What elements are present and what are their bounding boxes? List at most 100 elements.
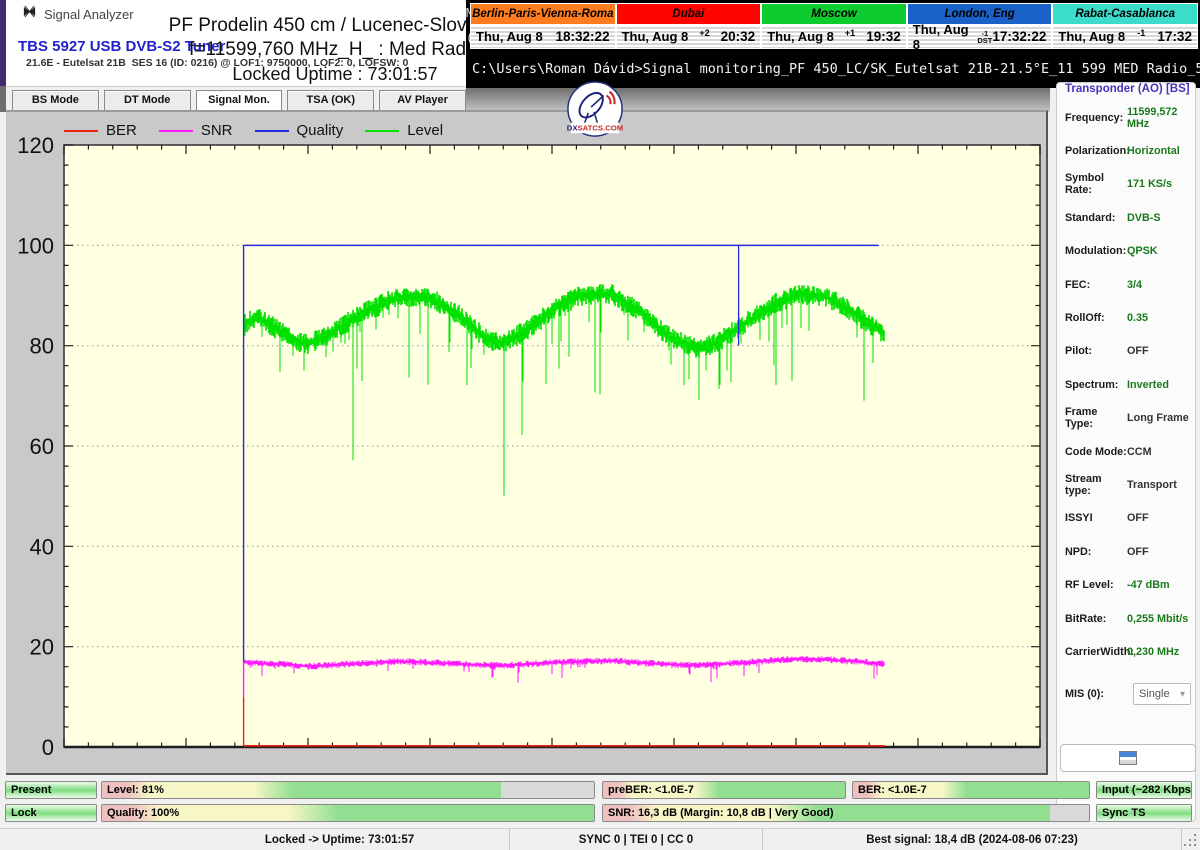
transponder-sidebar: Transponder (AO) [BS] Frequency: 11599,57… bbox=[1050, 82, 1200, 828]
y-axis-tick-label: 100 bbox=[17, 233, 54, 258]
field-label: ISSYI bbox=[1065, 512, 1093, 525]
field-label: Code Mode: bbox=[1065, 445, 1127, 458]
y-axis-tick-label: 40 bbox=[30, 534, 54, 559]
transponder-row: RF Level: -47 dBm bbox=[1065, 568, 1191, 601]
status-sync-counters: SYNC 0 | TEI 0 | CC 0 bbox=[510, 829, 763, 850]
field-label: Modulation: bbox=[1065, 245, 1127, 258]
clock-offset: -1 bbox=[1137, 27, 1146, 38]
clock-date: Thu, Aug 8 bbox=[621, 29, 689, 44]
mis-selected-value: Single bbox=[1139, 688, 1170, 700]
y-axis-tick-label: 60 bbox=[30, 434, 54, 459]
input-indicator: Input (~282 Kbps) bbox=[1096, 781, 1192, 799]
mode-tabs: BS Mode DT Mode Signal Mon. TSA (OK) AV … bbox=[6, 86, 466, 114]
field-value: Transport bbox=[1127, 478, 1177, 491]
ber-bar: BER: <1.0E-7 bbox=[852, 781, 1090, 799]
field-label: CarrierWidth: bbox=[1065, 645, 1134, 658]
transponder-row: Standard: DVB-S bbox=[1065, 201, 1191, 234]
app-bowtie-icon bbox=[22, 4, 37, 24]
tab-tsa[interactable]: TSA (OK) bbox=[287, 90, 375, 112]
field-value: 3/4 bbox=[1127, 278, 1143, 291]
clock-date: Thu, Aug 8 bbox=[1058, 29, 1126, 44]
clock-london: London, Eng Thu, Aug 8 -1 DST 17:32:22 bbox=[906, 3, 1053, 56]
transponder-row: BitRate: 0,255 Mbit/s bbox=[1065, 602, 1191, 635]
field-label: RollOff: bbox=[1065, 312, 1105, 325]
field-label: RF Level: bbox=[1065, 579, 1114, 592]
field-value: Horizontal bbox=[1127, 145, 1180, 158]
field-value: Long Frame bbox=[1127, 412, 1189, 425]
field-label: Spectrum: bbox=[1065, 378, 1119, 391]
field-label: Polarization: bbox=[1065, 145, 1130, 158]
transponder-groupbox: Transponder (AO) [BS] Frequency: 11599,57… bbox=[1056, 82, 1196, 822]
signal-chart: 0 20 40 60 80 100 120 bbox=[17, 133, 1041, 760]
export-button[interactable] bbox=[1060, 744, 1196, 772]
field-value: QPSK bbox=[1127, 245, 1158, 258]
field-label: Frame Type: bbox=[1065, 406, 1098, 431]
field-value: DVB-S bbox=[1127, 211, 1161, 224]
clock-time: 19:32 bbox=[866, 29, 901, 44]
level-bar: Level: 81% bbox=[101, 781, 595, 799]
transponder-row: Stream type: Transport bbox=[1065, 468, 1191, 501]
terminal-prompt[interactable]: C:\Users\Roman Dávid>Signal monitoring_P… bbox=[472, 61, 1200, 77]
export-table-icon bbox=[1119, 751, 1137, 765]
mis-label: MIS (0): bbox=[1065, 688, 1104, 700]
mis-select[interactable]: Single ▾ bbox=[1133, 683, 1191, 705]
clock-dubai: Dubai Thu, Aug 8 +2 20:32 bbox=[615, 3, 762, 56]
field-value: 0,255 Mbit/s bbox=[1127, 612, 1189, 625]
tab-av-player[interactable]: AV Player bbox=[379, 90, 466, 112]
field-value: CCM bbox=[1127, 445, 1152, 458]
field-label: NPD: bbox=[1065, 545, 1092, 558]
field-value: OFF bbox=[1127, 512, 1149, 525]
transponder-row: Symbol Rate: 171 KS/s bbox=[1065, 168, 1191, 201]
quality-bar: Quality: 100% bbox=[101, 804, 595, 822]
chevron-down-icon: ▾ bbox=[1179, 688, 1185, 700]
tab-bs-mode[interactable]: BS Mode bbox=[12, 90, 99, 112]
y-axis-tick-label: 120 bbox=[17, 133, 54, 158]
field-label: Frequency: bbox=[1065, 111, 1124, 124]
clock-berlin: Berlin-Paris-Vienna-Roma Thu, Aug 8 18:3… bbox=[470, 3, 616, 56]
field-value: -47 dBm bbox=[1127, 579, 1170, 592]
mis-row: MIS (0): Single ▾ bbox=[1065, 683, 1191, 705]
field-label: BitRate: bbox=[1065, 612, 1107, 625]
clock-city-label: Rabat-Casablanca bbox=[1052, 3, 1198, 25]
transponder-rows: Frequency: 11599,572 MHz Polarization: Hori… bbox=[1065, 101, 1191, 669]
world-clocks: Berlin-Paris-Vienna-Roma Thu, Aug 8 18:3… bbox=[470, 3, 1198, 56]
window-shadow bbox=[466, 88, 1050, 112]
clock-time: 20:32 bbox=[720, 29, 756, 44]
tab-dt-mode[interactable]: DT Mode bbox=[103, 90, 191, 112]
transponder-row: ISSYI OFF bbox=[1065, 502, 1191, 535]
present-indicator: Present bbox=[5, 781, 97, 799]
dxsatcs-logo: DXSATCS.COM bbox=[566, 80, 624, 140]
transponder-row: Modulation: QPSK bbox=[1065, 235, 1191, 268]
field-label: Symbol Rate: bbox=[1065, 172, 1104, 197]
clock-offset-dst: -1 DST bbox=[977, 28, 993, 45]
clock-time: 18:32:22 bbox=[555, 29, 610, 44]
transponder-row: RollOff: 0.35 bbox=[1065, 301, 1191, 334]
transponder-row: Frame Type: Long Frame bbox=[1065, 402, 1191, 435]
transponder-row: Pilot: OFF bbox=[1065, 335, 1191, 368]
field-value: OFF bbox=[1127, 545, 1149, 558]
field-value: 11599,572 MHz bbox=[1127, 105, 1178, 130]
field-value: 0.35 bbox=[1127, 312, 1149, 325]
transponder-title: Transponder (AO) [BS] bbox=[1065, 83, 1190, 95]
field-label: FEC: bbox=[1065, 278, 1091, 291]
clock-time: 17:32 bbox=[1157, 29, 1192, 44]
status-locked-uptime: Locked -> Uptime: 73:01:57 bbox=[0, 829, 510, 850]
clock-city-label: Moscow bbox=[761, 3, 907, 25]
field-value: 0,230 MHz bbox=[1127, 645, 1180, 658]
transponder-row: Code Mode: CCM bbox=[1065, 435, 1191, 468]
y-axis-tick-label: 20 bbox=[30, 635, 54, 660]
clock-time: 17:32:22 bbox=[992, 29, 1047, 44]
status-bar: Locked -> Uptime: 73:01:57 SYNC 0 | TEI … bbox=[0, 828, 1200, 850]
transponder-row: Spectrum: Inverted bbox=[1065, 368, 1191, 401]
sync-ts-indicator: Sync TS bbox=[1096, 804, 1192, 822]
y-axis-tick-label: 0 bbox=[42, 735, 54, 760]
signal-chart-panel: BER SNR Quality Level 0 20 40 60 80 100 120 bbox=[6, 110, 1048, 775]
snr-bar: SNR: 16,3 dB (Margin: 10,8 dB | Very Goo… bbox=[602, 804, 1090, 822]
preber-bar: preBER: <1.0E-7 bbox=[602, 781, 846, 799]
y-axis-tick-label: 80 bbox=[30, 334, 54, 359]
lock-indicator: Lock bbox=[5, 804, 97, 822]
transponder-row: FEC: 3/4 bbox=[1065, 268, 1191, 301]
clock-offset: +1 bbox=[844, 27, 856, 38]
field-label: Pilot: bbox=[1065, 345, 1092, 358]
resize-grip[interactable] bbox=[1182, 829, 1200, 850]
